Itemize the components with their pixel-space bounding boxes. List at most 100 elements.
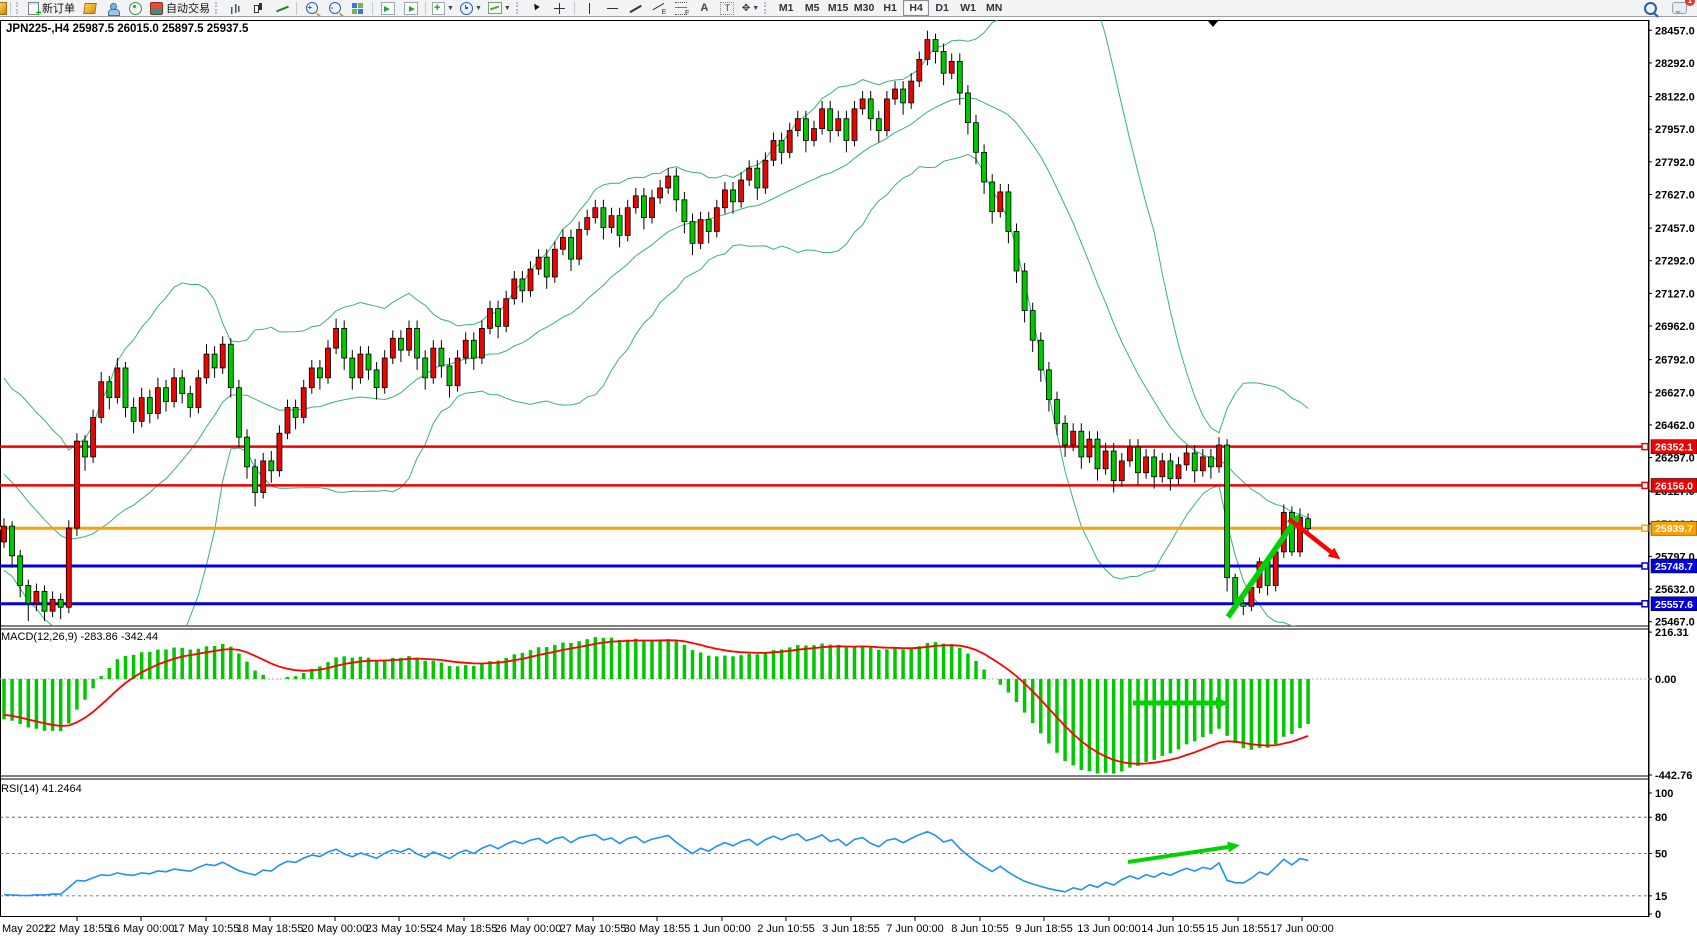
bar-chart-icon	[230, 3, 241, 14]
candle-chart-button[interactable]	[247, 0, 270, 17]
svg-text:15 Jun 18:55: 15 Jun 18:55	[1206, 923, 1270, 935]
toolbar-separator	[574, 2, 575, 15]
vertical-line-tool[interactable]	[578, 0, 601, 17]
timeframe-mn[interactable]: MN	[981, 0, 1007, 16]
cursor-button[interactable]	[525, 0, 548, 17]
periods-button[interactable]: ▼	[457, 0, 485, 17]
svg-text:1 Jun 00:00: 1 Jun 00:00	[693, 923, 751, 935]
toolbar-separator	[10, 2, 11, 15]
toolbar-grip[interactable]	[516, 2, 523, 14]
search-icon	[1644, 2, 1657, 15]
channel-tool[interactable]	[647, 0, 670, 17]
search-button[interactable]	[1639, 0, 1662, 17]
auto-scroll-icon	[381, 2, 395, 15]
svg-text:25557.6: 25557.6	[1655, 599, 1693, 611]
svg-text:7 Jun 00:00: 7 Jun 00:00	[886, 923, 944, 935]
svg-text:100: 100	[1655, 788, 1673, 800]
macd-axis[interactable]: 216.310.00-442.76	[1649, 627, 1692, 782]
signals-button[interactable]	[124, 0, 147, 17]
cursor-icon	[531, 2, 541, 14]
svg-text:27627.0: 27627.0	[1655, 189, 1695, 201]
toolbar-separator	[372, 2, 373, 15]
svg-text:23 May 10:55: 23 May 10:55	[366, 923, 433, 935]
crosshair-icon	[554, 3, 565, 14]
clock-icon	[460, 2, 473, 15]
notifications-button[interactable]: 1	[1668, 0, 1691, 17]
zoom-out-button[interactable]: -	[323, 0, 346, 17]
macd-label: MACD(12,26,9) -283.86 -342.44	[1, 631, 158, 643]
price-axis[interactable]: 28457.028292.028122.027957.027792.027627…	[1649, 20, 1697, 917]
svg-text:2 Jun 10:55: 2 Jun 10:55	[757, 923, 815, 935]
tile-windows-icon	[352, 3, 363, 14]
svg-text:26297.0: 26297.0	[1655, 453, 1695, 465]
timeframe-bar: M1 M5 M15 M30 H1 H4 D1 W1 MN	[773, 0, 1007, 16]
vertical-line-icon	[585, 3, 594, 14]
svg-text:25748.7: 25748.7	[1655, 561, 1693, 573]
timeframe-m5[interactable]: M5	[799, 0, 825, 16]
timeframe-m30[interactable]: M30	[851, 0, 877, 16]
rsi-label: RSI(14) 41.2464	[1, 783, 82, 795]
trendline-tool[interactable]	[624, 0, 647, 17]
tile-windows-button[interactable]	[346, 0, 369, 17]
clipped-chart-icon[interactable]	[0, 2, 7, 15]
candle	[1225, 439, 1230, 591]
chart-canvas[interactable]: 28457.028292.028122.027957.027792.027627…	[0, 17, 1697, 938]
svg-text:20 May 00:00: 20 May 00:00	[302, 923, 369, 935]
chart-shift-button[interactable]	[399, 0, 422, 17]
candle	[66, 520, 71, 613]
horizontal-line-tool[interactable]	[601, 0, 624, 17]
svg-text:27292.0: 27292.0	[1655, 256, 1695, 268]
svg-text:26962.0: 26962.0	[1655, 321, 1695, 333]
text-label-tool[interactable]: T	[716, 0, 739, 17]
bar-chart-button[interactable]	[224, 0, 247, 17]
time-axis[interactable]: May 202212 May 18:5516 May 00:0017 May 1…	[2, 917, 1334, 935]
candlestick-icon	[253, 3, 264, 14]
new-order-icon: +	[28, 2, 39, 15]
svg-text:26627.0: 26627.0	[1655, 387, 1695, 399]
toolbar-grip[interactable]	[16, 2, 23, 14]
toolbar-grip[interactable]	[764, 2, 771, 14]
svg-text:8 Jun 10:55: 8 Jun 10:55	[951, 923, 1009, 935]
price-tag-25939.7: 25939.7	[1651, 521, 1697, 535]
text-icon: A	[699, 2, 709, 14]
candle	[91, 409, 96, 462]
new-order-button[interactable]: + 新订单	[25, 0, 78, 17]
account-person-icon	[108, 3, 118, 14]
rsi-axis[interactable]: 1008050150	[1649, 788, 1673, 921]
templates-button[interactable]: ▼	[485, 0, 514, 17]
timeframe-h1[interactable]: H1	[877, 0, 903, 16]
svg-text:28457.0: 28457.0	[1655, 25, 1695, 37]
indicators-icon	[432, 2, 445, 15]
zoom-in-button[interactable]: +	[300, 0, 323, 17]
arrows-tool[interactable]: ✥▼	[739, 0, 762, 17]
svg-text:27792.0: 27792.0	[1655, 157, 1695, 169]
svg-text:25632.0: 25632.0	[1655, 584, 1695, 596]
svg-text:26792.0: 26792.0	[1655, 355, 1695, 367]
svg-text:16 May 00:00: 16 May 00:00	[108, 923, 175, 935]
svg-text:25939.7: 25939.7	[1655, 523, 1693, 535]
text-tool[interactable]: A	[693, 0, 716, 17]
toolbar-grip[interactable]	[215, 2, 222, 14]
svg-text:80: 80	[1655, 812, 1667, 824]
svg-text:50: 50	[1655, 849, 1667, 861]
timeframe-d1[interactable]: D1	[929, 0, 955, 16]
fibonacci-tool[interactable]	[670, 0, 693, 17]
auto-trading-button[interactable]: 自动交易	[147, 0, 213, 17]
indicators-button[interactable]: ▼	[429, 0, 457, 17]
candle	[277, 425, 282, 476]
svg-text:28122.0: 28122.0	[1655, 92, 1695, 104]
timeframe-m1[interactable]: M1	[773, 0, 799, 16]
svg-text:0: 0	[1655, 909, 1661, 921]
svg-text:26352.1: 26352.1	[1655, 442, 1693, 454]
market-watch-button[interactable]	[78, 0, 101, 17]
line-chart-button[interactable]	[270, 0, 293, 17]
timeframe-m15[interactable]: M15	[825, 0, 851, 16]
price-tag-26352.1: 26352.1	[1651, 440, 1697, 454]
toolbar-separator	[296, 2, 297, 15]
accounts-button[interactable]	[101, 0, 124, 17]
auto-scroll-button[interactable]	[376, 0, 399, 17]
crosshair-button[interactable]	[548, 0, 571, 17]
timeframe-w1[interactable]: W1	[955, 0, 981, 16]
channel-icon	[652, 3, 664, 14]
timeframe-h4[interactable]: H4	[903, 0, 929, 16]
